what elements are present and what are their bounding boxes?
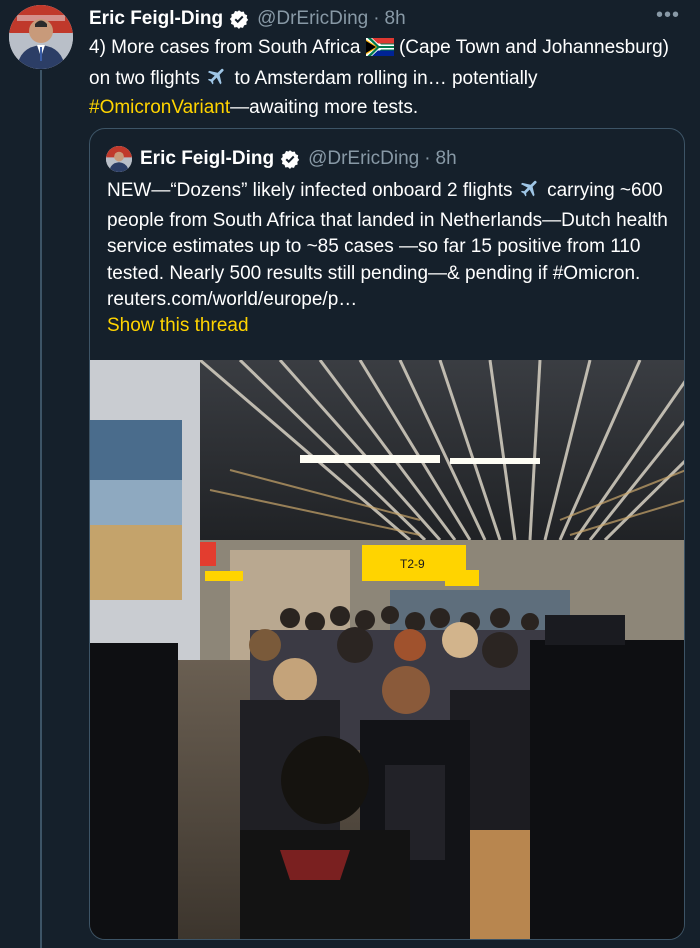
tweet-text-part: —awaiting more tests. (230, 97, 419, 118)
verified-badge-icon (229, 9, 249, 29)
author-name[interactable]: Eric Feigl-Ding (89, 8, 223, 30)
tweet-header: Eric Feigl-Ding @DrEricDing · 8h ••• (89, 4, 680, 32)
tweet-text-part: to Amsterdam rolling in… potentially (229, 67, 538, 89)
airplane-icon (205, 65, 229, 96)
quoted-tweet-header: Eric Feigl-Ding @DrEricDing · 8h (106, 146, 674, 172)
quoted-author-handle: @DrEricDing (308, 148, 420, 169)
quoted-author-avatar (106, 146, 132, 172)
hashtag-link[interactable]: #OmicronVariant (89, 97, 230, 118)
thread-connector-line (40, 70, 42, 948)
quoted-author-name: Eric Feigl-Ding (140, 148, 275, 169)
tweet-text: 4) More cases from South Africa (Cape To… (89, 35, 679, 122)
tweet-text-part: 4) More cases from South Africa (89, 37, 366, 58)
quoted-timestamp: 8h (435, 148, 457, 169)
quoted-text-part: NEW—“Dozens” likely infected onboard 2 f… (107, 180, 518, 201)
separator-dot: · (373, 8, 380, 29)
verified-badge-icon (280, 149, 300, 169)
tweet-timestamp[interactable]: 8h (385, 8, 406, 30)
quoted-tweet-text: NEW—“Dozens” likely infected onboard 2 f… (107, 177, 672, 314)
gate-sign-text: T2-9 (400, 557, 425, 571)
airplane-icon (518, 177, 542, 208)
south-africa-flag-icon (365, 38, 394, 65)
separator-dot: · (424, 148, 431, 169)
quoted-tweet-card[interactable]: Eric Feigl-Ding @DrEricDing · 8h NEW—“Do… (89, 128, 685, 940)
more-options-icon[interactable]: ••• (656, 4, 680, 27)
airport-queue-photo[interactable]: T2-9 (90, 360, 684, 939)
show-thread-link[interactable]: Show this thread (107, 315, 249, 337)
author-avatar[interactable] (9, 5, 73, 69)
author-handle[interactable]: @DrEricDing (257, 8, 368, 30)
